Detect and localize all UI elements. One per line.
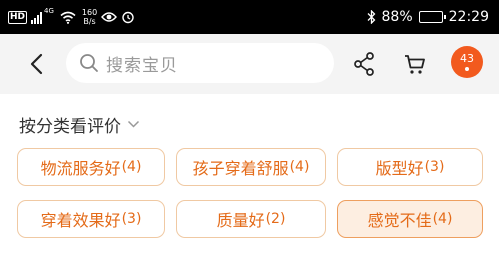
- hd-indicator: HD: [8, 10, 28, 24]
- tag-count: (3): [424, 159, 445, 175]
- review-tag[interactable]: 穿着效果好 (3): [17, 200, 165, 238]
- cart-icon: [405, 55, 425, 74]
- status-bar: HD 4G 160 B/s 88% 22:29: [0, 0, 499, 34]
- cart-button[interactable]: [400, 49, 430, 79]
- category-filter-title: 按分类看评价: [19, 117, 121, 137]
- tag-label: 感觉不佳: [367, 211, 432, 230]
- more-button[interactable]: 43: [451, 46, 483, 78]
- tag-count: (4): [432, 211, 453, 227]
- tag-count: (4): [121, 159, 142, 175]
- share-button[interactable]: [349, 49, 379, 79]
- tag-label: 物流服务好: [40, 159, 121, 178]
- review-tag[interactable]: 版型好 (3): [337, 148, 483, 186]
- category-filter-toggle[interactable]: 按分类看评价: [19, 112, 141, 137]
- more-dot-icon: [465, 67, 469, 71]
- tag-count: (2): [265, 211, 286, 227]
- share-icon: [354, 52, 374, 76]
- clock: 22:29: [448, 9, 489, 25]
- eye-icon: [101, 12, 118, 22]
- chevron-down-icon: [127, 118, 141, 132]
- speed-unit: B/s: [83, 17, 96, 26]
- chevron-left-icon: [30, 53, 43, 75]
- speed-value: 160: [81, 8, 98, 17]
- tag-count: (4): [289, 159, 310, 175]
- review-tag[interactable]: 感觉不佳 (4): [337, 200, 483, 238]
- review-tag[interactable]: 孩子穿着舒服 (4): [176, 148, 326, 186]
- network-speed: 160 B/s: [82, 8, 97, 26]
- search-placeholder: 搜索宝贝: [106, 55, 178, 76]
- search-bar[interactable]: 搜索宝贝: [66, 43, 334, 83]
- back-button[interactable]: [22, 48, 50, 80]
- battery-percent: 88%: [381, 9, 413, 25]
- top-nav: 搜索宝贝 43: [0, 34, 499, 94]
- search-icon: [78, 52, 100, 74]
- wifi-icon: [60, 11, 76, 24]
- review-tag[interactable]: 物流服务好 (4): [17, 148, 165, 186]
- tag-label: 孩子穿着舒服: [192, 159, 289, 178]
- bluetooth-icon: [367, 10, 375, 24]
- tag-label: 穿着效果好: [40, 211, 121, 230]
- review-tag[interactable]: 质量好 (2): [176, 200, 326, 238]
- network-type: 4G: [44, 7, 54, 15]
- battery-icon: [418, 11, 446, 23]
- tag-count: (3): [121, 211, 142, 227]
- message-count-badge: 43: [460, 52, 474, 65]
- tag-label: 版型好: [375, 159, 424, 178]
- review-filter-panel: 按分类看评价 物流服务好 (4) 孩子穿着舒服 (4) 版型好 (3) 穿着效果好 (3…: [0, 94, 499, 256]
- tag-label: 质量好: [216, 211, 265, 230]
- alarm-icon: [122, 11, 134, 24]
- signal-icon: [31, 11, 43, 24]
